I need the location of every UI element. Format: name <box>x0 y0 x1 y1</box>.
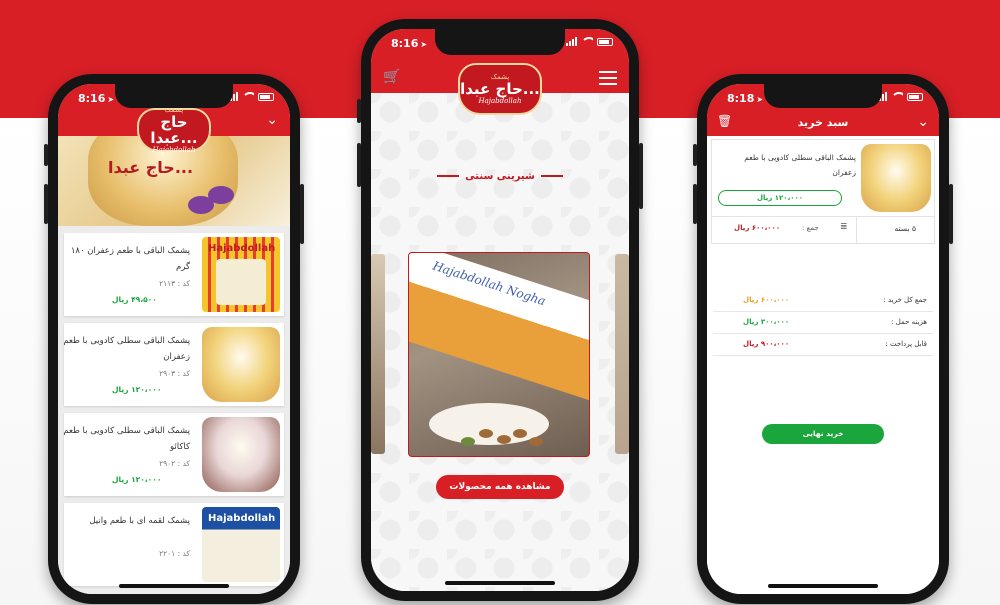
chevron-down-icon[interactable]: ⌄ <box>266 112 278 128</box>
phone-product-list: 8:16 ➤ پشمک حاج عبدا... Hajabdollah ⌄ حاج… <box>44 74 304 604</box>
section-title-text: شیرینی سنتی <box>465 171 535 182</box>
thumbnail-brand: Hajabdollah <box>208 513 276 524</box>
battery-icon <box>597 37 613 46</box>
brand-logo: پشمک حاج عبدا... Hajabdollah <box>458 63 542 115</box>
home-indicator[interactable] <box>768 584 878 588</box>
hamburger-menu-icon[interactable] <box>599 71 617 89</box>
battery-icon <box>907 92 923 101</box>
screen: 8:16 ➤ پشمک حاج عبدا... Hajabdollah ⌄ حاج… <box>58 84 290 594</box>
summary-row-shipping: هزینه حمل : ۳۰۰،۰۰۰ ریال <box>713 312 933 334</box>
status-time: 8:16 <box>391 37 419 50</box>
summary-value: ۶۰۰،۰۰۰ ریال <box>743 296 790 304</box>
home-indicator[interactable] <box>445 581 555 585</box>
logo-line2: حاج عبدا... <box>460 80 540 98</box>
summary-label: هزینه حمل : <box>891 318 927 326</box>
view-all-products-button[interactable]: مشاهده همه محصولات <box>436 475 564 499</box>
section-title: شیرینی سنتی <box>371 171 629 182</box>
hero-brand-text: حاج عبدا... <box>108 158 194 177</box>
unit-price: ۱۲۰،۰۰۰ ریال <box>718 190 842 206</box>
summary-value: ۳۰۰،۰۰۰ ریال <box>743 318 790 326</box>
quantity[interactable]: ۵ بسته <box>895 224 916 233</box>
product-thumbnail: Hajabdollah <box>202 507 280 582</box>
summary-row-payable: قابل پرداخت : ۹۰۰،۰۰۰ ریال <box>713 334 933 356</box>
product-list[interactable]: Hajabdollah پشمک الباقی با طعم زعفران ۱۸… <box>58 226 290 594</box>
carousel-current-slide[interactable]: Hajabdollah Nogha <box>408 252 590 457</box>
product-code: کد : ۲۹۰۲ <box>159 459 190 468</box>
brand-logo: پشمک حاج عبدا... Hajabdollah <box>137 106 211 154</box>
wifi-icon <box>581 37 593 46</box>
product-code: کد : ۲۲۰۱ <box>159 549 190 558</box>
product-thumbnail <box>202 327 280 402</box>
product-name: پشمک لقمه ای با طعم وانیل <box>89 516 190 526</box>
product-price: ۱۲۰،۰۰۰ ریال <box>112 385 162 394</box>
list-item[interactable]: Hajabdollah پشمک لقمه ای با طعم وانیل کد… <box>64 503 284 586</box>
checkout-button[interactable]: خرید نهایی <box>762 424 884 444</box>
phone-cart: 8:18 ➤ 🗑 سبد خرید ⌄ پشمک الباقی سطلی کادو… <box>693 74 953 604</box>
list-item[interactable]: Hajabdollah پشمک الباقی با طعم زعفران ۱۸… <box>64 233 284 316</box>
box-brand-text: Hajabdollah Nogha <box>431 258 548 309</box>
cart-item[interactable]: پشمک الباقی سطلی کادویی با طعم زعفران ۱۲… <box>711 139 935 244</box>
screen: 8:16 ➤ 🛒 پشمک حاج عبدا... Hajabdollah شیر… <box>371 29 629 591</box>
cart-icon[interactable]: 🛒 <box>383 69 400 85</box>
summary-label: قابل پرداخت : <box>885 340 927 348</box>
logo-line3: Hajabdollah <box>152 146 196 154</box>
product-name: پشمک الباقی با طعم زعفران ۱۸۰ گرم <box>70 246 190 272</box>
product-code: کد : ۲۱۱۳ <box>159 279 190 288</box>
saffron-flower-image <box>208 186 234 204</box>
product-name: پشمک الباقی سطلی کادویی با طعم کاکائو <box>63 426 190 452</box>
carousel-next-slide[interactable] <box>615 254 629 454</box>
product-thumbnail <box>202 417 280 492</box>
product-box-image: Hajabdollah Nogha <box>409 253 589 404</box>
chevron-down-icon[interactable]: ⌄ <box>917 114 929 130</box>
list-item[interactable]: پشمک الباقی سطلی کادویی با طعم زعفران کد… <box>63 323 284 406</box>
product-code: کد : ۲۹۰۳ <box>159 369 190 378</box>
sum-value: ۶۰۰،۰۰۰ ریال <box>734 224 781 232</box>
product-price: ۱۲۰،۰۰۰ ریال <box>112 475 162 484</box>
wifi-icon <box>242 92 254 101</box>
thumbnail-brand: Hajabdollah <box>208 243 276 254</box>
sum-label: جمع : <box>802 224 819 232</box>
location-arrow-icon: ➤ <box>420 40 428 49</box>
status-time: 8:16 <box>78 92 106 105</box>
summary-row-total: جمع کل خرید : ۶۰۰،۰۰۰ ریال <box>713 290 933 312</box>
location-arrow-icon: ➤ <box>107 95 115 104</box>
logo-line2: حاج عبدا... <box>150 113 198 147</box>
home-indicator[interactable] <box>119 584 229 588</box>
product-thumbnail: Hajabdollah <box>202 237 280 312</box>
cart-content: پشمک الباقی سطلی کادویی با طعم زعفران ۱۲… <box>707 136 939 594</box>
list-item[interactable]: پشمک الباقی سطلی کادویی با طعم کاکائو کد… <box>63 413 284 496</box>
wifi-icon <box>891 92 903 101</box>
location-arrow-icon: ➤ <box>756 95 764 104</box>
carousel-prev-slide[interactable] <box>371 254 385 454</box>
phone-home: 8:16 ➤ 🛒 پشمک حاج عبدا... Hajabdollah شیر… <box>357 19 643 601</box>
screen: 8:18 ➤ 🗑 سبد خرید ⌄ پشمک الباقی سطلی کادو… <box>707 84 939 594</box>
battery-icon <box>258 92 274 101</box>
product-thumbnail <box>861 144 931 212</box>
summary-value: ۹۰۰،۰۰۰ ریال <box>743 340 790 348</box>
coins-icon: ≣ <box>840 222 848 232</box>
product-price: ۴۹،۵۰۰ ریال <box>112 295 157 304</box>
product-name: پشمک الباقی سطلی کادویی با طعم زعفران <box>744 153 856 177</box>
summary-label: جمع کل خرید : <box>883 296 927 304</box>
signal-icon <box>566 37 577 46</box>
page-title: سبد خرید <box>797 116 849 129</box>
logo-line3: Hajabdollah <box>478 97 522 105</box>
status-time: 8:18 <box>727 92 755 105</box>
product-name: پشمک الباقی سطلی کادویی با طعم زعفران <box>63 336 190 362</box>
